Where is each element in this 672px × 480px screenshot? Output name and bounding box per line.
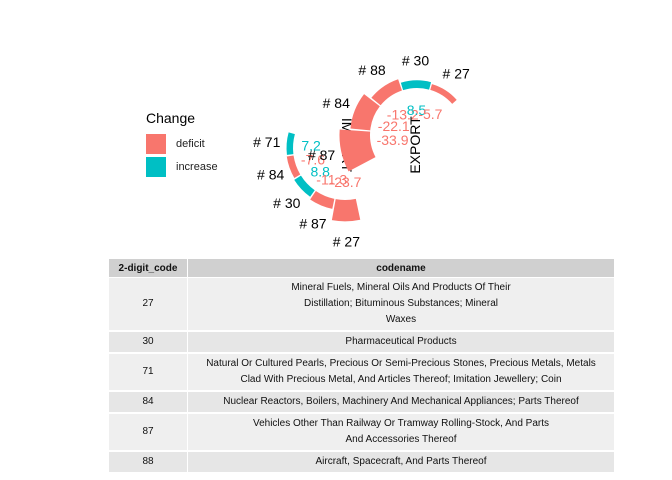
table-row: 27 Mineral Fuels, Mineral Oils And Produ…	[109, 277, 614, 332]
table-cell-code: 30	[109, 331, 188, 354]
table-cell-codename: Mineral Fuels, Mineral Oils And Products…	[187, 277, 614, 332]
column-header-codename: codename	[187, 259, 614, 278]
value-label: -33.9	[377, 132, 409, 148]
table-cell-code: 87	[109, 413, 188, 452]
legend-label-deficit: deficit	[176, 137, 205, 150]
table-row: 71 Natural Or Cultured Pearls, Precious …	[109, 353, 614, 392]
bar-export-4	[430, 84, 457, 104]
legend-title: Change	[146, 110, 196, 126]
legend-swatch-increase	[146, 156, 166, 177]
bar-export-2	[371, 79, 402, 106]
table-row: 87 Vehicles Other Than Railway Or Tramwa…	[109, 413, 614, 452]
table-cell-code: 71	[109, 353, 188, 392]
bar-export-3	[400, 80, 432, 91]
category-label: # 84	[323, 95, 350, 111]
category-label: # 30	[402, 52, 429, 68]
table-cell-code: 88	[109, 451, 188, 474]
legend-swatch-deficit	[146, 133, 166, 154]
table-cell-codename: Nuclear Reactors, Boilers, Machinery And…	[187, 391, 614, 414]
category-label: # 87	[299, 216, 326, 232]
table-row: 88 Aircraft, Spacecraft, And Parts There…	[109, 451, 614, 474]
legend-item-increase: increase	[146, 155, 218, 178]
bar-import-4	[331, 198, 361, 222]
category-label: # 88	[358, 62, 385, 78]
code-table: 2-digit_code codename 27 Mineral Fuels, …	[109, 259, 614, 474]
category-label: # 71	[253, 134, 280, 150]
table-cell-codename: Vehicles Other Than Railway Or Tramway R…	[187, 413, 614, 452]
bar-import-3	[310, 191, 335, 209]
table-cell-codename: Pharmaceutical Products	[187, 331, 614, 354]
bar-import-0	[286, 132, 295, 155]
category-label: # 30	[273, 195, 300, 211]
chart-area: # 71 7.2# 84-7.6# 308.8# 87-11.3# 27-23.7…	[253, 52, 470, 249]
panel-title-export: EXPORT	[407, 116, 423, 174]
column-header-code: 2-digit_code	[109, 259, 188, 278]
table-cell-codename: Natural Or Cultured Pearls, Precious Or …	[187, 353, 614, 392]
category-label: # 27	[333, 233, 360, 249]
table-cell-code: 27	[109, 277, 188, 332]
table-cell-codename: Aircraft, Spacecraft, And Parts Thereof	[187, 451, 614, 474]
value-label: -23.7	[330, 174, 362, 190]
category-label: # 27	[443, 65, 470, 81]
category-label: # 84	[257, 166, 284, 182]
table-header-row: 2-digit_code codename	[109, 259, 614, 278]
table-cell-code: 84	[109, 391, 188, 414]
category-label: # 87	[308, 147, 335, 163]
bar-import-1	[286, 155, 301, 178]
legend-label-increase: increase	[176, 160, 218, 173]
table-row: 30 Pharmaceutical Products	[109, 331, 614, 354]
legend-item-deficit: deficit	[146, 132, 218, 155]
legend: Change deficit increase	[146, 110, 218, 178]
table-row: 84 Nuclear Reactors, Boilers, Machinery …	[109, 391, 614, 414]
